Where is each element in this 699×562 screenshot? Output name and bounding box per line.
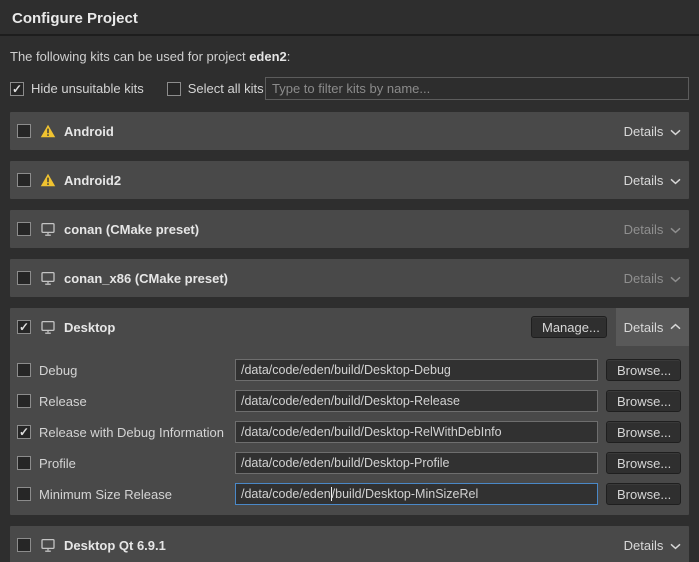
chevron-down-icon	[670, 227, 681, 234]
build-dir-value: /data/code/eden/build/Desktop-Profile	[241, 456, 449, 470]
browse-button[interactable]: Browse...	[606, 421, 681, 443]
details-button[interactable]: Details	[616, 161, 689, 199]
hide-unsuitable-kits-checkbox[interactable]: Hide unsuitable kits	[10, 81, 144, 96]
kit-row-desktop-qt: Desktop Qt 6.9.1 Details	[10, 526, 689, 562]
kit-name: conan (CMake preset)	[64, 222, 199, 237]
desktop-icon	[40, 320, 56, 335]
build-dir-input[interactable]: /data/code/eden/build/Desktop-RelWithDeb…	[235, 421, 598, 443]
kit-checkbox[interactable]	[17, 173, 31, 187]
desktop-icon	[40, 271, 56, 286]
config-checkbox[interactable]	[17, 456, 31, 470]
config-label[interactable]: Minimum Size Release	[17, 487, 172, 502]
kit-section-desktop: Desktop Manage... Details Debug /data/co…	[10, 308, 689, 515]
build-dir-value: /data/code/eden/build/Desktop-Release	[241, 394, 460, 408]
config-row-profile: Profile /data/code/eden/build/Desktop-Pr…	[10, 452, 689, 474]
details-label: Details	[624, 271, 664, 286]
details-label: Details	[624, 320, 664, 335]
details-label: Details	[624, 538, 664, 553]
config-name: Release	[39, 394, 87, 409]
desktop-icon	[40, 538, 56, 553]
kit-filter-input[interactable]	[265, 77, 689, 100]
config-label[interactable]: Debug	[17, 363, 77, 378]
kit-row-android2: Android2 Details	[10, 161, 689, 199]
kit-checkbox[interactable]	[17, 124, 31, 138]
configure-project-page: Configure Project The following kits can…	[0, 0, 699, 562]
build-dir-value: /build/Desktop-MinSizeRel	[332, 487, 479, 501]
config-row-relwithdebinfo: Release with Debug Information /data/cod…	[10, 421, 689, 443]
details-label: Details	[624, 222, 664, 237]
select-all-kits-checkbox[interactable]: Select all kits	[167, 81, 264, 96]
kit-checkbox[interactable]	[17, 271, 31, 285]
config-label[interactable]: Release with Debug Information	[17, 425, 224, 440]
browse-button[interactable]: Browse...	[606, 359, 681, 381]
kit-row-conan-x86: conan_x86 (CMake preset) Details	[10, 259, 689, 297]
browse-button[interactable]: Browse...	[606, 390, 681, 412]
kit-name: conan_x86 (CMake preset)	[64, 271, 228, 286]
warning-icon	[40, 173, 56, 187]
details-label: Details	[624, 173, 664, 188]
intro-text-before: The following kits can be used for proje…	[10, 49, 249, 64]
kit-name: Desktop	[64, 320, 115, 335]
kit-name: Desktop Qt 6.9.1	[64, 538, 166, 553]
chevron-down-icon	[670, 543, 681, 550]
kit-row-conan: conan (CMake preset) Details	[10, 210, 689, 248]
config-checkbox[interactable]	[17, 394, 31, 408]
details-button: Details	[616, 259, 689, 297]
build-dir-input[interactable]: /data/code/eden/build/Desktop-MinSizeRel	[235, 483, 598, 505]
kit-row-desktop: Desktop Manage... Details	[10, 308, 689, 346]
page-title: Configure Project	[0, 0, 699, 36]
config-row-debug: Debug /data/code/eden/build/Desktop-Debu…	[10, 359, 689, 381]
build-configurations: Debug /data/code/eden/build/Desktop-Debu…	[10, 359, 689, 505]
desktop-icon	[40, 222, 56, 237]
checkbox[interactable]	[167, 82, 181, 96]
intro-text: The following kits can be used for proje…	[10, 49, 689, 64]
config-checkbox[interactable]	[17, 487, 31, 501]
build-dir-input[interactable]: /data/code/eden/build/Desktop-Profile	[235, 452, 598, 474]
kit-filter-toolbar: Hide unsuitable kits Select all kits	[10, 77, 689, 100]
kit-checkbox[interactable]	[17, 222, 31, 236]
chevron-up-icon	[670, 323, 681, 330]
config-name: Release with Debug Information	[39, 425, 224, 440]
kit-name: Android	[64, 124, 114, 139]
manage-button[interactable]: Manage...	[531, 316, 607, 338]
build-dir-input[interactable]: /data/code/eden/build/Desktop-Debug	[235, 359, 598, 381]
kit-name: Android2	[64, 173, 121, 188]
config-row-release: Release /data/code/eden/build/Desktop-Re…	[10, 390, 689, 412]
config-row-minsizerel: Minimum Size Release /data/code/eden/bui…	[10, 483, 689, 505]
browse-button[interactable]: Browse...	[606, 452, 681, 474]
checkbox[interactable]	[10, 82, 24, 96]
chevron-down-icon	[670, 276, 681, 283]
details-button[interactable]: Details	[616, 526, 689, 562]
kit-row-android: Android Details	[10, 112, 689, 150]
config-name: Profile	[39, 456, 76, 471]
warning-icon	[40, 124, 56, 138]
checkbox-label: Select all kits	[188, 81, 264, 96]
browse-button[interactable]: Browse...	[606, 483, 681, 505]
checkbox-label: Hide unsuitable kits	[31, 81, 144, 96]
build-dir-value: /data/code/eden	[241, 487, 331, 501]
config-checkbox[interactable]	[17, 425, 31, 439]
details-button[interactable]: Details	[616, 112, 689, 150]
details-button: Details	[616, 210, 689, 248]
intro-text-after: :	[287, 49, 291, 64]
project-name: eden2	[249, 49, 287, 64]
chevron-down-icon	[670, 178, 681, 185]
build-dir-value: /data/code/eden/build/Desktop-Debug	[241, 363, 451, 377]
config-name: Minimum Size Release	[39, 487, 172, 502]
chevron-down-icon	[670, 129, 681, 136]
kit-checkbox[interactable]	[17, 538, 31, 552]
config-label[interactable]: Profile	[17, 456, 76, 471]
details-button[interactable]: Details	[616, 308, 689, 346]
config-checkbox[interactable]	[17, 363, 31, 377]
build-dir-value: /data/code/eden/build/Desktop-RelWithDeb…	[241, 425, 502, 439]
details-label: Details	[624, 124, 664, 139]
kit-checkbox[interactable]	[17, 320, 31, 334]
config-name: Debug	[39, 363, 77, 378]
config-label[interactable]: Release	[17, 394, 87, 409]
build-dir-input[interactable]: /data/code/eden/build/Desktop-Release	[235, 390, 598, 412]
